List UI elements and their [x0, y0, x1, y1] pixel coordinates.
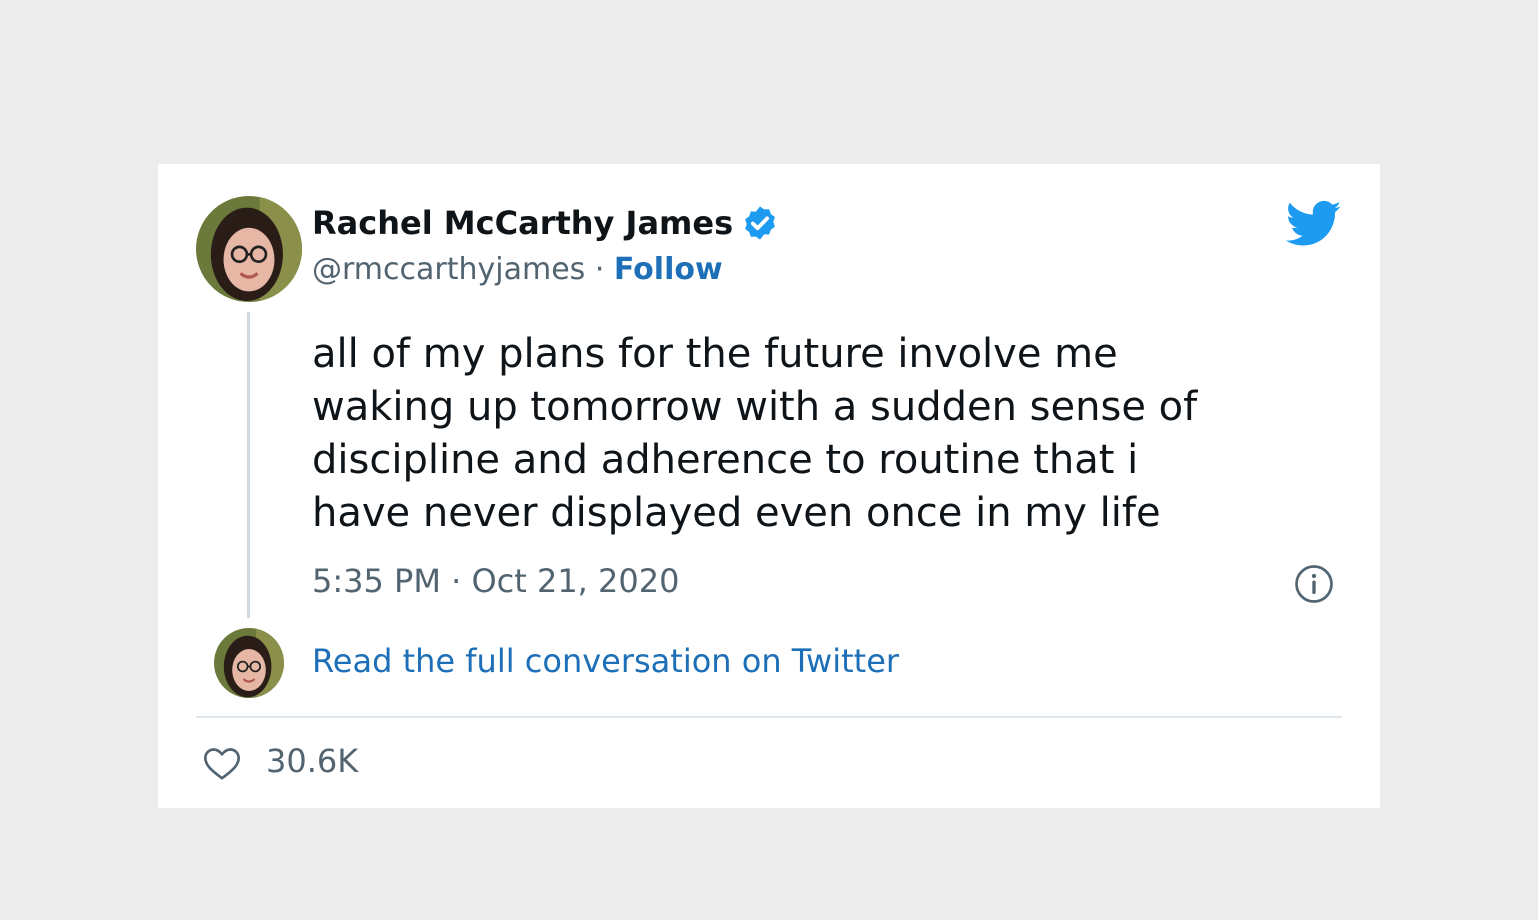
- tweet-timestamp[interactable]: 5:35 PM · Oct 21, 2020: [312, 562, 679, 600]
- avatar-image: [196, 196, 302, 302]
- author-name[interactable]: Rachel McCarthy James: [312, 204, 779, 242]
- verified-badge-icon: [741, 204, 779, 242]
- like-count: 30.6K: [266, 742, 359, 780]
- author-name-text: Rachel McCarthy James: [312, 204, 734, 242]
- handle-separator: ·: [585, 252, 614, 287]
- tweet-text: all of my plans for the future involve m…: [312, 328, 1332, 540]
- tweet-text-line: have never displayed even once in my lif…: [312, 490, 1161, 536]
- tweet-card: Rachel McCarthy James @rmccarthyjames · …: [158, 164, 1380, 808]
- thread-line: [247, 312, 250, 618]
- divider: [196, 716, 1342, 718]
- follow-button[interactable]: Follow: [614, 252, 723, 287]
- avatar-image: [214, 628, 284, 698]
- reply-avatar[interactable]: [214, 628, 284, 698]
- heart-icon[interactable]: [202, 744, 242, 784]
- handle-line: @rmccarthyjames · Follow: [312, 252, 723, 287]
- author-avatar[interactable]: [196, 196, 302, 302]
- tweet-text-line: all of my plans for the future involve m…: [312, 331, 1118, 377]
- info-icon[interactable]: [1294, 564, 1334, 604]
- tweet-text-line: discipline and adherence to routine that…: [312, 437, 1139, 483]
- twitter-bird-icon[interactable]: [1286, 200, 1342, 248]
- read-full-conversation-link[interactable]: Read the full conversation on Twitter: [312, 642, 899, 680]
- tweet-text-line: waking up tomorrow with a sudden sense o…: [312, 384, 1198, 430]
- author-handle[interactable]: @rmccarthyjames: [312, 252, 585, 287]
